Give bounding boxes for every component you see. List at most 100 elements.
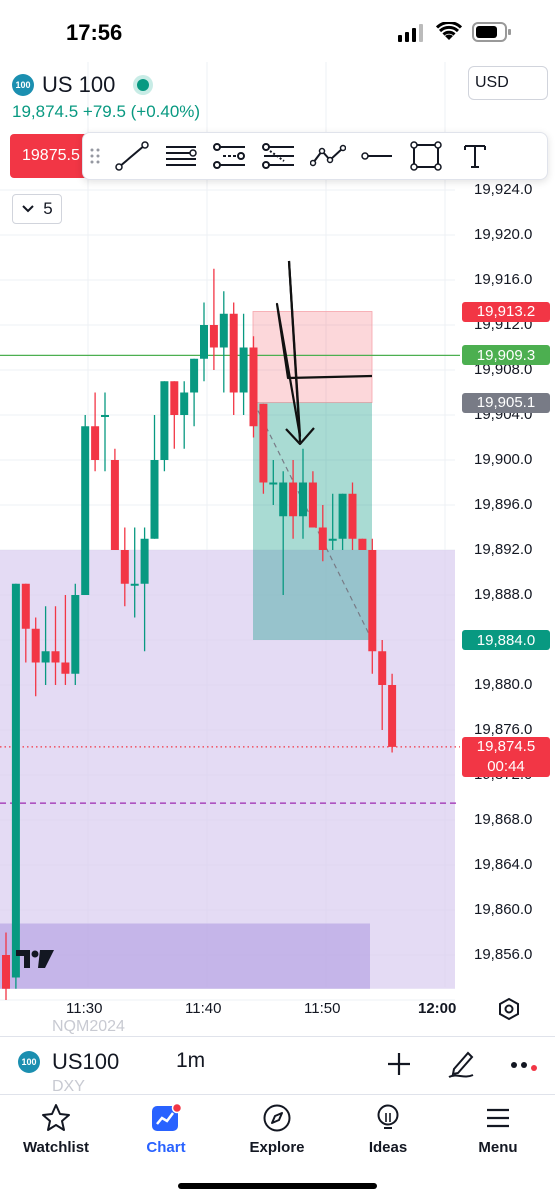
hamburger-icon bbox=[487, 1108, 509, 1128]
time-tick-label: 11:50 bbox=[304, 1000, 341, 1017]
candle bbox=[51, 651, 60, 663]
path-icon[interactable] bbox=[303, 132, 352, 180]
time-tick-label: 11:30 bbox=[66, 1000, 103, 1017]
tab-label: Ideas bbox=[368, 1139, 408, 1156]
live-indicator bbox=[133, 75, 154, 95]
price-tick-label: 19,880.0 bbox=[474, 676, 533, 693]
drawing-pen-icon[interactable] bbox=[446, 1047, 476, 1079]
candle bbox=[328, 538, 337, 541]
bottom-symbol-name: US100 bbox=[52, 1049, 120, 1074]
candle bbox=[308, 482, 317, 528]
tab-ideas[interactable]: Ideas bbox=[343, 1103, 433, 1156]
candle bbox=[209, 325, 218, 348]
rectangle-icon[interactable] bbox=[401, 132, 450, 180]
candle bbox=[2, 955, 10, 989]
candle bbox=[21, 583, 30, 629]
price-tick-label: 19,896.0 bbox=[474, 496, 533, 513]
chart-icon bbox=[152, 1103, 182, 1131]
time-tick-label: 12:00 bbox=[418, 1000, 457, 1017]
tab-watchlist[interactable]: Watchlist bbox=[11, 1103, 101, 1156]
tab-menu[interactable]: Menu bbox=[453, 1103, 543, 1156]
interval-selector[interactable]: 1m bbox=[176, 1049, 205, 1073]
fib-retracement-icon[interactable] bbox=[254, 132, 303, 180]
candle bbox=[61, 662, 70, 674]
candle bbox=[229, 313, 238, 393]
candle bbox=[71, 595, 80, 674]
candle bbox=[239, 347, 248, 393]
candle bbox=[130, 583, 139, 586]
price-tick-label: 19,892.0 bbox=[474, 541, 533, 558]
currency-label: USD bbox=[475, 74, 509, 91]
candle bbox=[338, 493, 347, 539]
symbol-logo: 100 bbox=[12, 74, 34, 96]
lightbulb-icon bbox=[377, 1104, 399, 1129]
price-label: 19,909.3 bbox=[462, 345, 550, 366]
trend-line-icon[interactable] bbox=[107, 132, 156, 180]
bottom-symbol[interactable]: 100 US100 bbox=[18, 1049, 119, 1075]
price-tick-label: 19,888.0 bbox=[474, 586, 533, 603]
compass-icon bbox=[263, 1104, 291, 1132]
sell-button[interactable]: 19875.5 bbox=[10, 134, 90, 178]
price-tick-label: 19,920.0 bbox=[474, 226, 533, 243]
tab-label: Explore bbox=[249, 1139, 305, 1156]
candle bbox=[348, 493, 357, 539]
symbol-header[interactable]: 100 US 100 bbox=[12, 70, 154, 100]
parallel-channel-icon[interactable] bbox=[205, 132, 254, 180]
price-tick-label: 19,864.0 bbox=[474, 856, 533, 873]
sell-price: 19875.5 bbox=[22, 147, 80, 164]
collapse-indicators-button[interactable]: 5 bbox=[12, 194, 62, 224]
cellular-signal-icon bbox=[398, 24, 423, 42]
candle bbox=[190, 358, 199, 393]
candle bbox=[219, 313, 228, 348]
symbol-name[interactable]: US 100 bbox=[42, 72, 115, 98]
candle bbox=[11, 583, 20, 978]
price-label: 19,913.2 bbox=[462, 301, 550, 322]
tradingview-logo bbox=[16, 950, 54, 968]
horizontal-ray-icon[interactable] bbox=[352, 132, 401, 180]
candle bbox=[81, 426, 90, 595]
candle bbox=[150, 460, 159, 539]
add-icon[interactable] bbox=[386, 1051, 412, 1077]
demand-zone bbox=[0, 550, 455, 989]
wifi-icon bbox=[436, 22, 462, 40]
tab-label: Watchlist bbox=[22, 1139, 90, 1156]
horizontal-lines-icon[interactable] bbox=[156, 132, 205, 180]
price-tick-label: 19,916.0 bbox=[474, 271, 533, 288]
candle bbox=[41, 651, 50, 663]
settings-icon[interactable] bbox=[496, 996, 522, 1022]
stop-loss-zone bbox=[252, 311, 373, 404]
candle bbox=[299, 482, 307, 517]
faded-symbol-upper: NQM2024 bbox=[52, 1018, 125, 1035]
tab-explore[interactable]: Explore bbox=[232, 1103, 322, 1156]
candle bbox=[279, 482, 288, 517]
more-options-icon[interactable] bbox=[510, 1057, 540, 1073]
status-bar: 17:56 bbox=[0, 0, 555, 62]
price-label: 19,874.5 bbox=[462, 736, 550, 757]
candle bbox=[269, 482, 278, 485]
candle bbox=[259, 403, 268, 483]
candle bbox=[120, 550, 129, 584]
bottom-symbol-logo: 100 bbox=[18, 1051, 40, 1073]
candle bbox=[140, 538, 149, 584]
candlestick-chart[interactable] bbox=[0, 62, 555, 1026]
candle bbox=[368, 550, 377, 652]
tab-chart[interactable]: Chart bbox=[121, 1103, 211, 1156]
text-icon[interactable] bbox=[450, 132, 499, 180]
price-tick-label: 19,856.0 bbox=[474, 946, 533, 963]
candle bbox=[110, 460, 119, 550]
candle bbox=[180, 392, 189, 415]
chart-area[interactable]: 100 US 100 19,874.5 +79.5 (+0.40%) USD 1… bbox=[0, 62, 555, 1026]
price-tick-label: 19,900.0 bbox=[474, 451, 533, 468]
price-tick-label: 19,924.0 bbox=[474, 181, 533, 198]
drag-handle-icon[interactable] bbox=[83, 132, 107, 180]
indicator-count: 5 bbox=[43, 199, 53, 218]
currency-selector[interactable]: USD bbox=[468, 66, 548, 100]
drawing-toolbar[interactable] bbox=[82, 132, 548, 180]
tab-label: Chart bbox=[146, 1139, 186, 1156]
tab-label: Menu bbox=[478, 1139, 518, 1156]
price-tick-label: 19,868.0 bbox=[474, 811, 533, 828]
chevron-down-icon bbox=[22, 205, 34, 213]
price-tick-label: 19,860.0 bbox=[474, 901, 533, 918]
status-time: 17:56 bbox=[66, 20, 123, 45]
candle bbox=[318, 527, 327, 550]
